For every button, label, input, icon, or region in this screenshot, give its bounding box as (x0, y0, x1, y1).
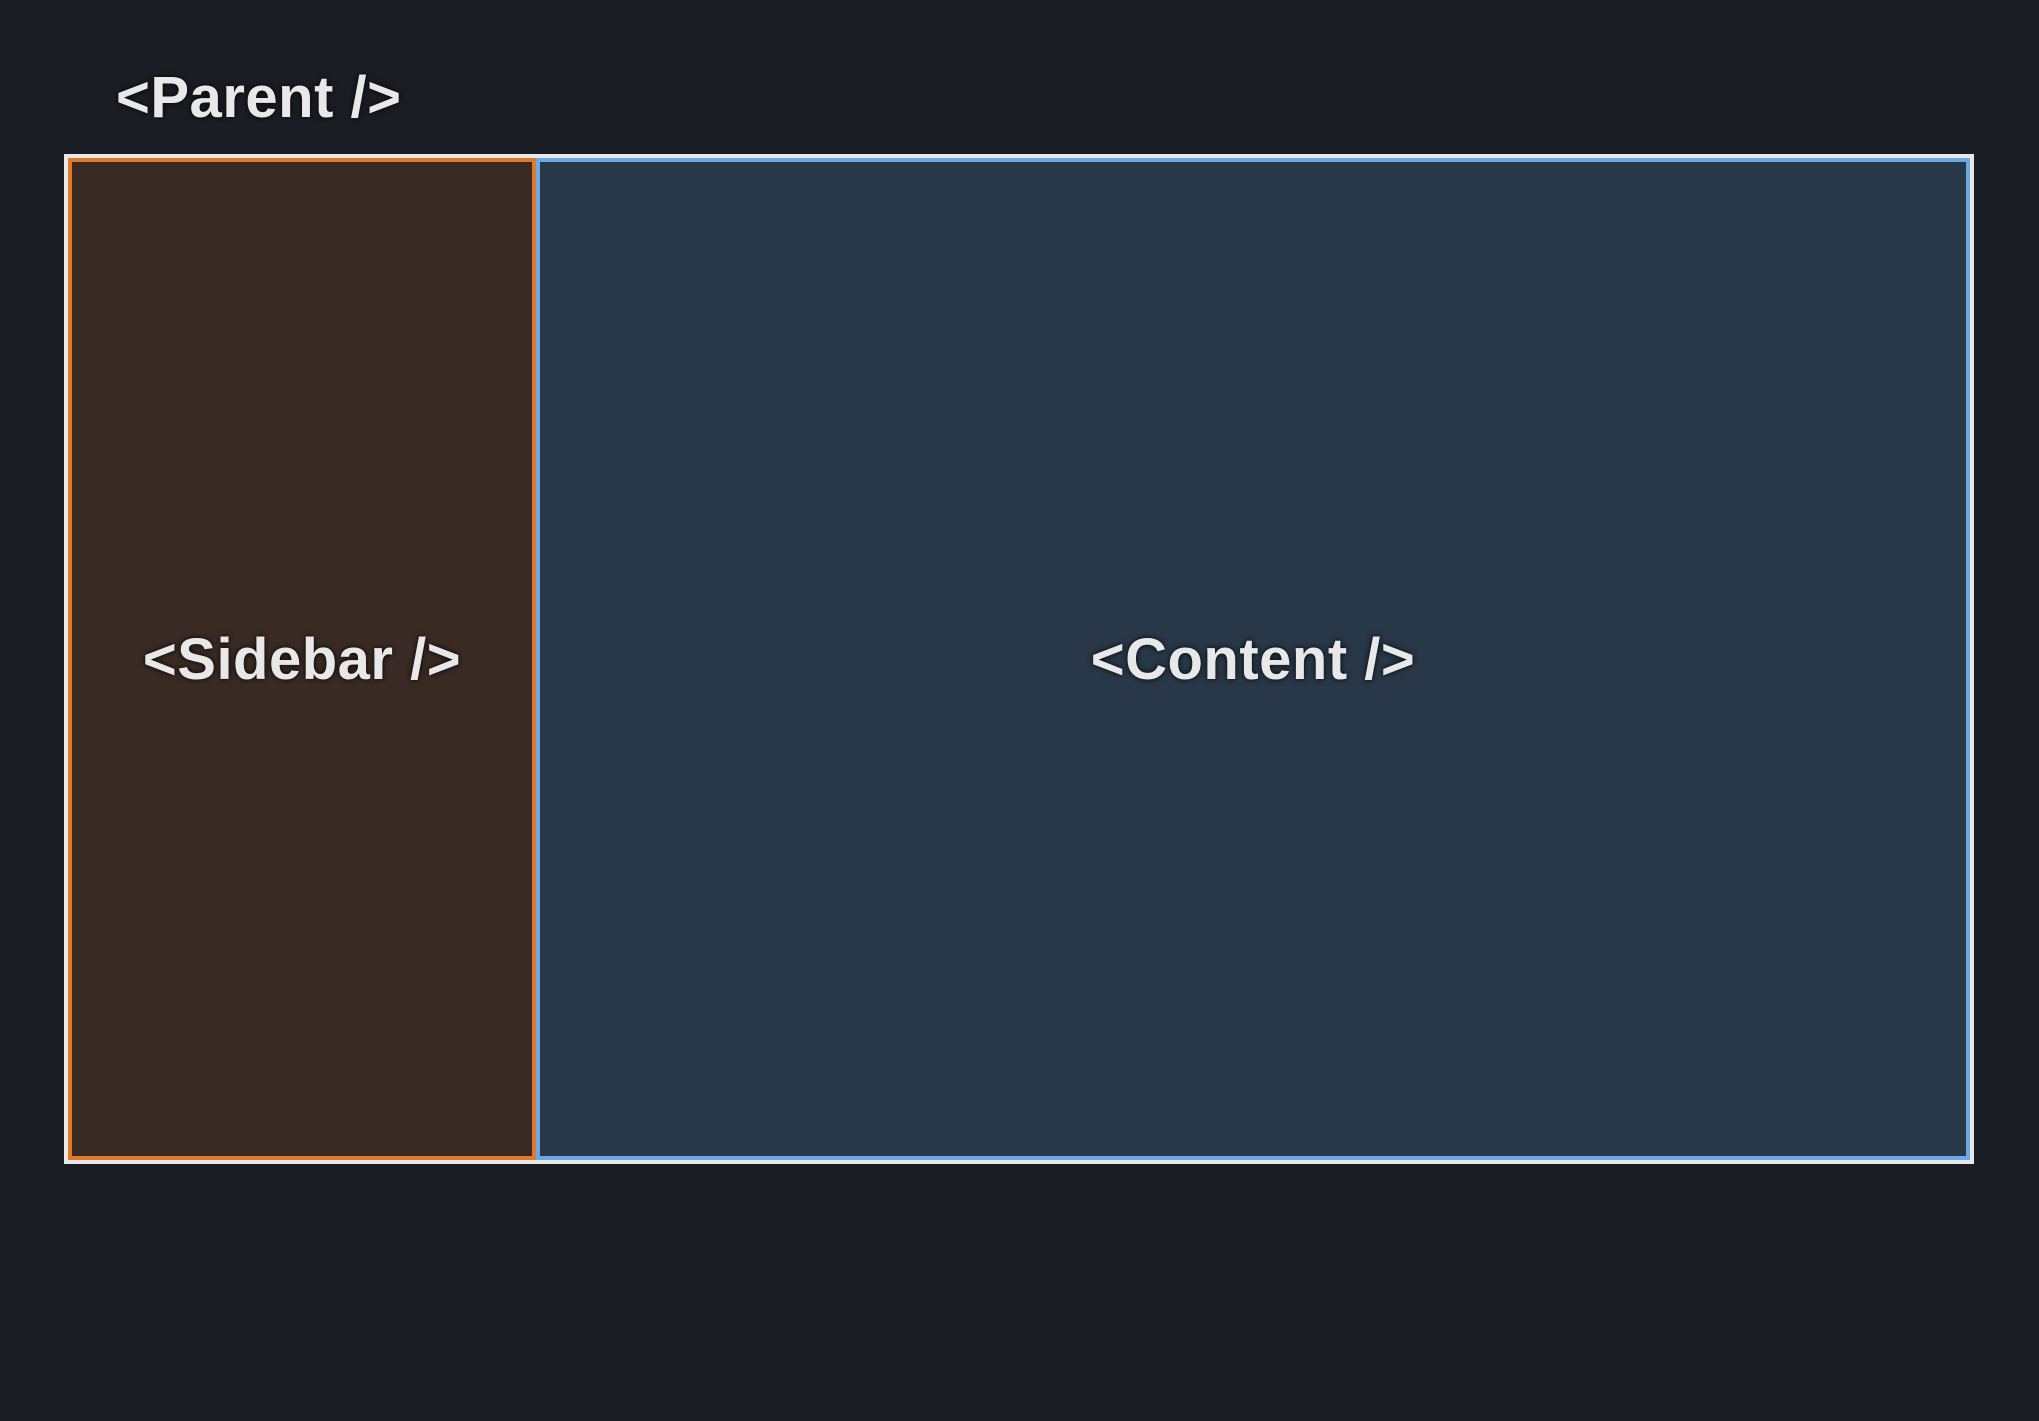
content-component-label: <Content /> (1091, 626, 1416, 693)
sidebar-component-box: <Sidebar /> (68, 158, 536, 1160)
parent-component-box: <Sidebar /> <Content /> (64, 154, 1974, 1164)
sidebar-component-label: <Sidebar /> (143, 626, 461, 693)
parent-component-label: <Parent /> (116, 64, 401, 131)
diagram-canvas: <Parent /> <Sidebar /> <Content /> (0, 0, 2039, 1421)
content-component-box: <Content /> (536, 158, 1970, 1160)
